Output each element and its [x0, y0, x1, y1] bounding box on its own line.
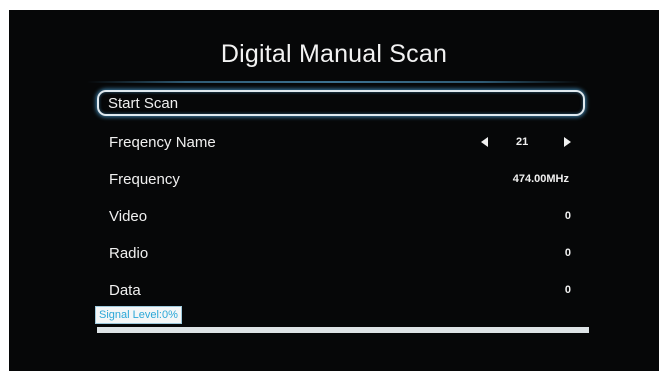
frequency-name-stepper[interactable]: 21 [481, 135, 571, 151]
data-row: Data 0 [97, 276, 585, 306]
video-label: Video [109, 208, 148, 225]
start-scan-label: Start Scan [108, 95, 179, 112]
arrow-right-icon[interactable] [564, 137, 571, 147]
start-scan-button[interactable]: Start Scan [97, 90, 585, 116]
radio-label: Radio [109, 245, 149, 262]
frequency-name-label: Freqency Name [109, 134, 216, 151]
signal-level-label: Signal Level:0% [95, 306, 182, 324]
video-row: Video 0 [97, 202, 585, 232]
data-value: 0 [564, 284, 571, 296]
frequency-value: 474.00MHz [512, 173, 569, 185]
data-label: Data [109, 282, 141, 299]
frequency-label: Frequency [109, 171, 180, 188]
radio-row: Radio 0 [97, 239, 585, 269]
title-divider [87, 81, 581, 83]
tv-menu-screen: Digital Manual Scan Start Scan Freqency … [9, 10, 659, 371]
radio-value: 0 [564, 247, 571, 259]
frequency-name-value: 21 [516, 136, 529, 148]
page-title: Digital Manual Scan [220, 40, 448, 68]
video-value: 0 [564, 210, 571, 222]
frequency-row: Frequency 474.00MHz [97, 165, 585, 195]
arrow-left-icon[interactable] [481, 137, 488, 147]
signal-level-bar [97, 327, 589, 333]
frequency-name-row[interactable]: Freqency Name 21 [97, 128, 585, 158]
